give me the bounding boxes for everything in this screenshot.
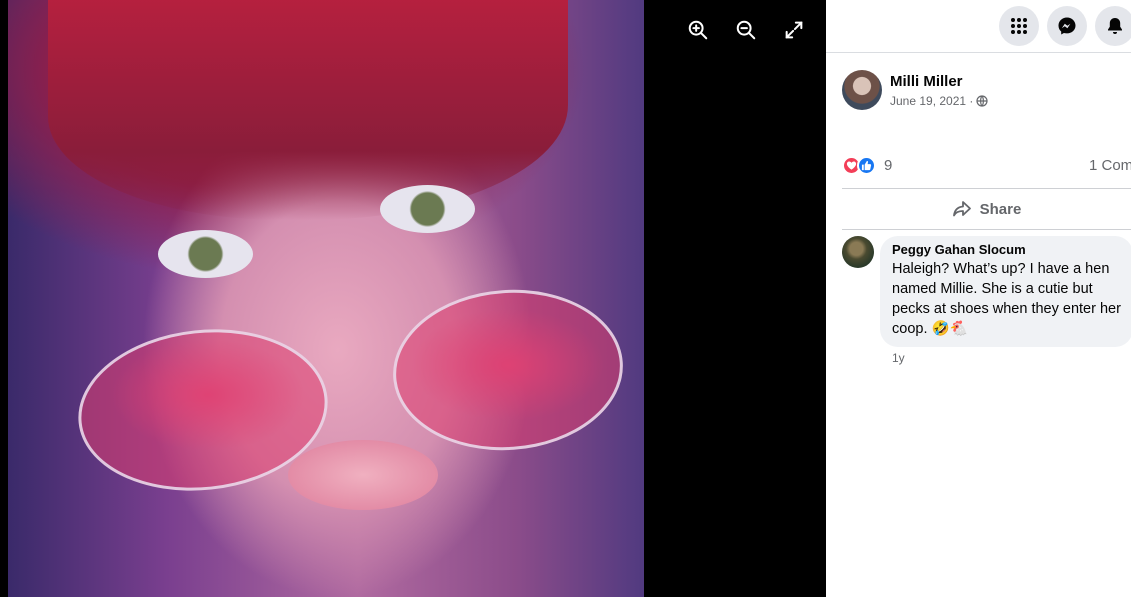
comment-count[interactable]: 1 Comment [1089, 157, 1131, 174]
like-reaction-icon [857, 156, 876, 175]
share-icon [952, 201, 971, 217]
notifications-icon [1108, 18, 1122, 34]
eye [158, 230, 253, 278]
post-meta: June 19, 2021 · [890, 94, 989, 108]
author-info: Milli Miller June 19, 2021 · [890, 73, 989, 108]
post-panel: Milli Miller June 19, 2021 · 9 1 Comment [826, 0, 1131, 597]
comment-body: Peggy Gahan Slocum Haleigh? What’s up? I… [880, 236, 1131, 365]
zoom-in-button[interactable] [686, 18, 710, 42]
messenger-icon [1058, 17, 1076, 35]
menu-grid-icon [1011, 18, 1027, 34]
author-name[interactable]: Milli Miller [890, 73, 988, 90]
menu-button[interactable] [999, 6, 1039, 46]
zoom-out-icon [736, 20, 756, 40]
comment-author[interactable]: Peggy Gahan Slocum [892, 242, 1125, 257]
zoom-out-button[interactable] [734, 18, 758, 42]
comment-time[interactable]: 1y [892, 351, 1131, 365]
reaction-icons[interactable] [842, 156, 876, 175]
post-author: Milli Miller June 19, 2021 · [842, 70, 989, 110]
sunglasses-lens [387, 282, 629, 458]
reactions-bar: 9 1 Comment [842, 156, 1131, 175]
eye [380, 185, 475, 233]
photo[interactable] [8, 0, 644, 597]
top-bar [826, 0, 1131, 53]
lips [288, 440, 438, 510]
comment: Peggy Gahan Slocum Haleigh? What’s up? I… [842, 236, 1131, 365]
photo-viewer [0, 0, 826, 597]
zoom-in-icon [688, 20, 708, 40]
share-label: Share [979, 200, 1022, 218]
divider [842, 229, 1131, 230]
post-date[interactable]: June 19, 2021 · [890, 94, 973, 108]
messenger-button[interactable] [1047, 6, 1087, 46]
fullscreen-icon [785, 21, 803, 39]
notifications-button[interactable] [1095, 6, 1131, 46]
avatar[interactable] [842, 70, 882, 110]
viewer-toolbar [686, 18, 806, 42]
reaction-count[interactable]: 9 [884, 157, 892, 174]
fullscreen-button[interactable] [782, 18, 806, 42]
comment-avatar[interactable] [842, 236, 874, 268]
comment-bubble: Peggy Gahan Slocum Haleigh? What’s up? I… [880, 236, 1131, 347]
hair [48, 0, 568, 220]
globe-icon [976, 94, 989, 107]
share-button[interactable]: Share [842, 192, 1131, 226]
divider [842, 188, 1131, 189]
comment-text: Haleigh? What’s up? I have a hen named M… [892, 261, 1121, 337]
